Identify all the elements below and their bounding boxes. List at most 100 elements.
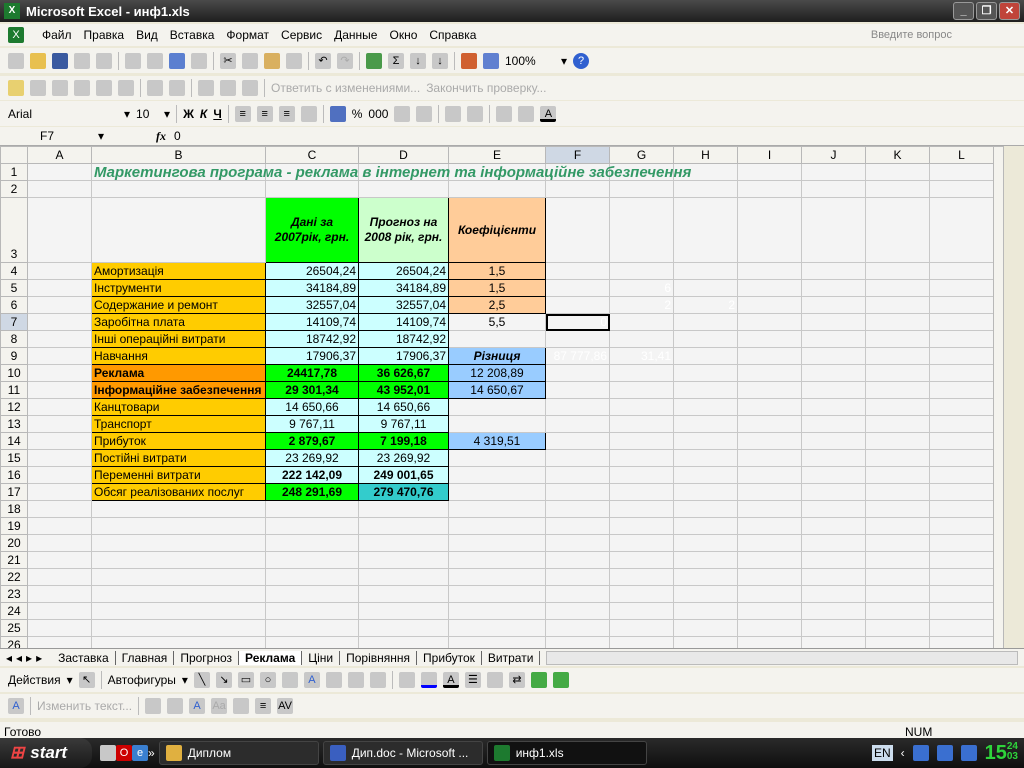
cell-H12[interactable] xyxy=(673,398,738,416)
cell-J4[interactable] xyxy=(801,262,866,280)
cell-H6[interactable]: 2 xyxy=(673,296,738,314)
cell-F5[interactable] xyxy=(545,279,610,297)
cell-H19[interactable] xyxy=(673,517,738,535)
cell-C7[interactable]: 14109,74 xyxy=(265,313,359,331)
cell-D14[interactable]: 7 199,18 xyxy=(358,432,449,450)
cell-I14[interactable] xyxy=(737,432,802,450)
row-header-1[interactable]: 1 xyxy=(0,163,28,181)
cell-G2[interactable] xyxy=(609,180,674,198)
delete-ink-icon[interactable] xyxy=(169,80,185,96)
cell-K21[interactable] xyxy=(865,551,930,569)
cell-G4[interactable] xyxy=(609,262,674,280)
cell-J9[interactable] xyxy=(801,347,866,365)
cell-A21[interactable] xyxy=(27,551,92,569)
email-icon[interactable] xyxy=(96,52,112,69)
cell-L5[interactable] xyxy=(929,279,994,297)
clock[interactable]: 15 24 03 xyxy=(985,741,1018,765)
cell-L19[interactable] xyxy=(929,517,994,535)
cell-B21[interactable] xyxy=(91,551,266,569)
cell-A22[interactable] xyxy=(27,568,92,586)
cell-B13[interactable]: Транспорт xyxy=(91,415,266,433)
cell-I8[interactable] xyxy=(737,330,802,348)
cell-L18[interactable] xyxy=(929,500,994,518)
row-header-25[interactable]: 25 xyxy=(0,619,28,637)
insert-wordart-icon[interactable]: A xyxy=(8,698,24,714)
row-header-6[interactable]: 6 xyxy=(0,296,28,314)
cell-J12[interactable] xyxy=(801,398,866,416)
cell-H23[interactable] xyxy=(673,585,738,603)
cell-E3[interactable]: Коефіцієнти xyxy=(448,197,546,263)
line-style-icon[interactable]: ☰ xyxy=(464,672,481,688)
shadow-icon[interactable] xyxy=(530,672,547,688)
cell-D2[interactable] xyxy=(358,180,449,198)
cell-E11[interactable]: 14 650,67 xyxy=(448,381,546,399)
cell-I3[interactable] xyxy=(737,197,802,263)
cell-E5[interactable]: 1,5 xyxy=(448,279,546,297)
cell-B19[interactable] xyxy=(91,517,266,535)
cell-I12[interactable] xyxy=(737,398,802,416)
cell-E9[interactable]: Різниця xyxy=(448,347,546,365)
cell-B25[interactable] xyxy=(91,619,266,637)
column-header-L[interactable]: L xyxy=(929,146,994,164)
end-review-button[interactable]: Закончить проверку... xyxy=(426,81,546,95)
ie-icon[interactable]: e xyxy=(132,745,148,761)
redo-icon[interactable]: ↷ xyxy=(337,52,353,69)
cell-J7[interactable] xyxy=(801,313,866,331)
cell-G10[interactable] xyxy=(609,364,674,382)
line-icon[interactable]: ╲ xyxy=(193,672,210,688)
cell-K22[interactable] xyxy=(865,568,930,586)
dash-style-icon[interactable] xyxy=(486,672,503,688)
menu-8[interactable]: Справка xyxy=(429,28,476,42)
cell-L24[interactable] xyxy=(929,602,994,620)
column-header-D[interactable]: D xyxy=(358,146,449,164)
cell-A12[interactable] xyxy=(27,398,92,416)
cell-G15[interactable] xyxy=(609,449,674,467)
row-header-24[interactable]: 24 xyxy=(0,602,28,620)
cell-J13[interactable] xyxy=(801,415,866,433)
cell-E15[interactable] xyxy=(448,449,546,467)
cell-H3[interactable] xyxy=(673,197,738,263)
cell-A18[interactable] xyxy=(27,500,92,518)
cell-F13[interactable] xyxy=(545,415,610,433)
cell-J1[interactable] xyxy=(801,163,866,181)
cell-C14[interactable]: 2 879,67 xyxy=(265,432,359,450)
cell-A10[interactable] xyxy=(27,364,92,382)
cell-B16[interactable]: Переменні витрати xyxy=(91,466,266,484)
taskbar-item-1[interactable]: Дип.doc - Microsoft ... xyxy=(322,741,483,765)
new-icon[interactable] xyxy=(8,52,24,69)
cell-A6[interactable] xyxy=(27,296,92,314)
ask-question-input[interactable]: Введите вопрос xyxy=(871,29,952,41)
print-icon[interactable] xyxy=(125,52,141,69)
line-color-icon[interactable] xyxy=(420,672,437,688)
cell-J22[interactable] xyxy=(801,568,866,586)
cell-I23[interactable] xyxy=(737,585,802,603)
row-header-20[interactable]: 20 xyxy=(0,534,28,552)
paste-icon[interactable] xyxy=(264,52,280,69)
picture-icon[interactable] xyxy=(369,672,386,688)
cell-H17[interactable] xyxy=(673,483,738,501)
cell-C5[interactable]: 34184,89 xyxy=(265,279,359,297)
cell-G11[interactable] xyxy=(609,381,674,399)
cut-icon[interactable]: ✂ xyxy=(220,52,236,69)
drawing-icon[interactable] xyxy=(483,52,499,69)
spelling-icon[interactable] xyxy=(169,52,185,69)
cell-D17[interactable]: 279 470,76 xyxy=(358,483,449,501)
cell-C24[interactable] xyxy=(265,602,359,620)
cell-C15[interactable]: 23 269,92 xyxy=(265,449,359,467)
cell-E6[interactable]: 2,5 xyxy=(448,296,546,314)
cell-E17[interactable] xyxy=(448,483,546,501)
cell-I7[interactable] xyxy=(737,313,802,331)
cell-H24[interactable] xyxy=(673,602,738,620)
cell-J3[interactable] xyxy=(801,197,866,263)
cell-J20[interactable] xyxy=(801,534,866,552)
chevron-down-icon[interactable]: ▾ xyxy=(98,129,104,143)
cell-K1[interactable] xyxy=(865,163,930,181)
sheet-tab-3[interactable]: Реклама xyxy=(239,650,303,665)
cell-L1[interactable] xyxy=(929,163,994,181)
cell-D20[interactable] xyxy=(358,534,449,552)
cell-H14[interactable] xyxy=(673,432,738,450)
cell-H22[interactable] xyxy=(673,568,738,586)
font-color-icon[interactable]: A xyxy=(540,105,557,122)
row-header-21[interactable]: 21 xyxy=(0,551,28,569)
cell-F16[interactable] xyxy=(545,466,610,484)
